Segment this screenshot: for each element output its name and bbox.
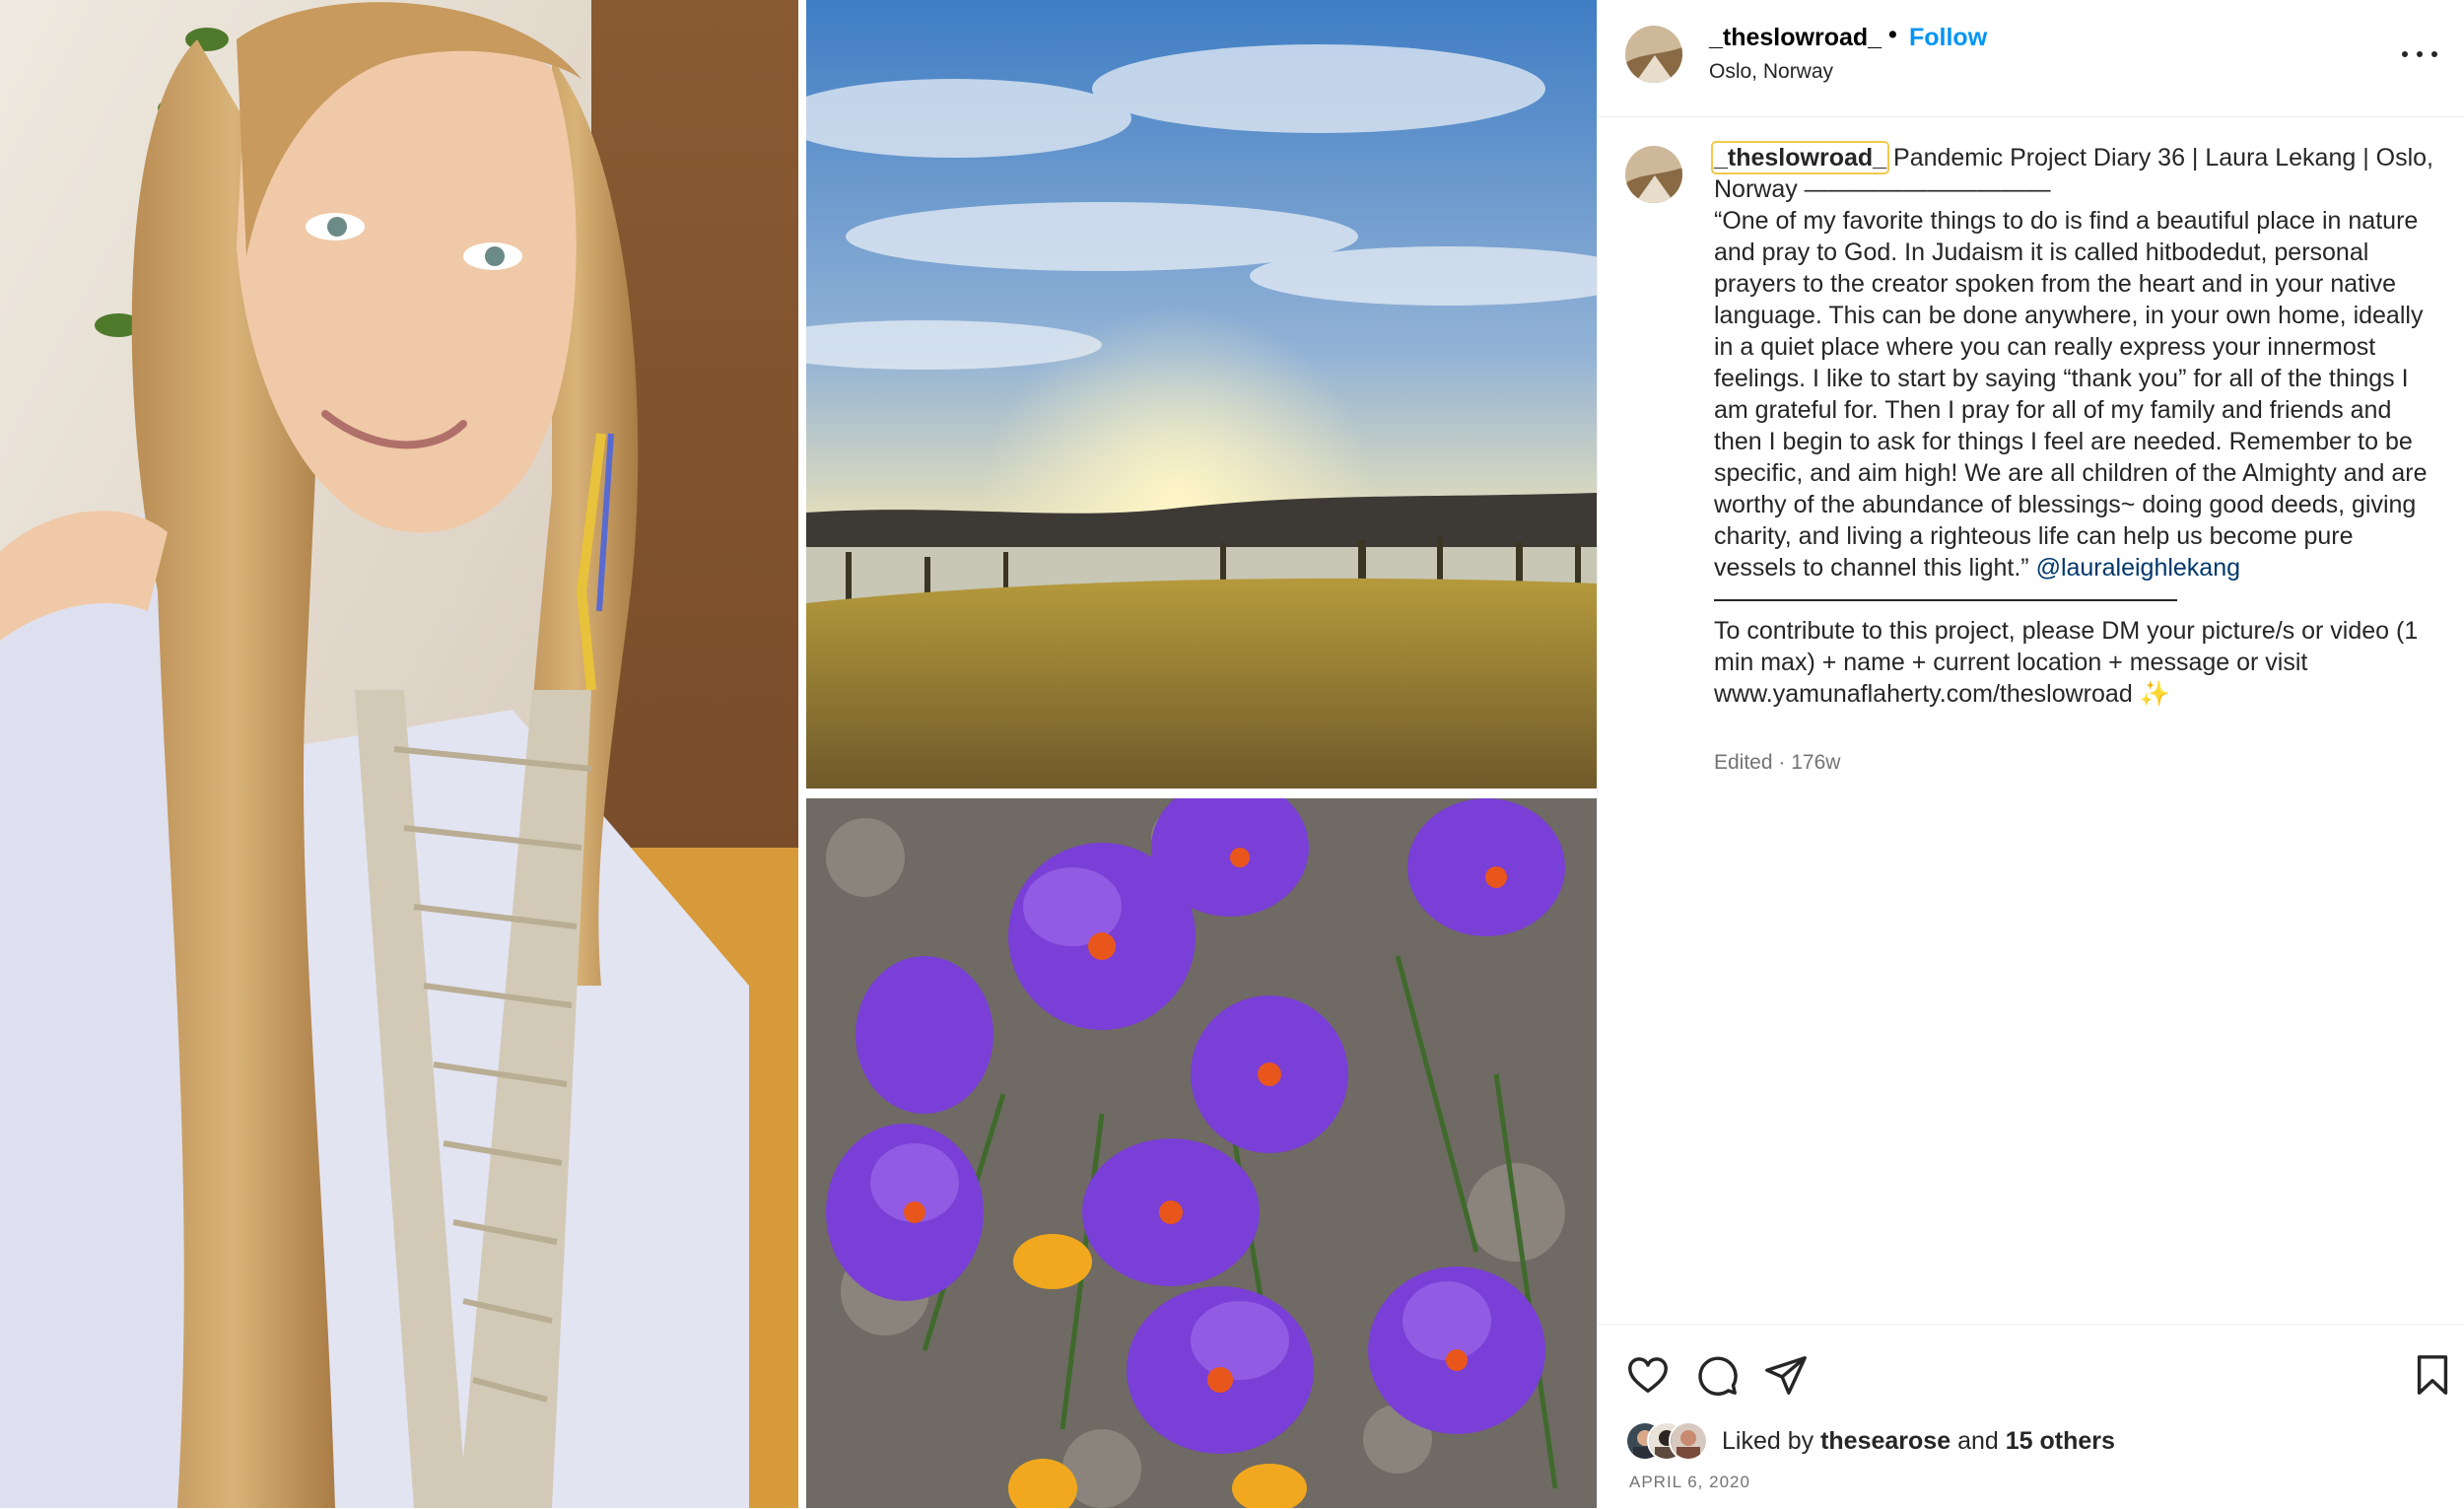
header-location[interactable]: Oslo, Norway — [1709, 60, 1833, 84]
caption-section: _theslowroad_ Pandemic Project Diary 36 … — [1598, 116, 2464, 1324]
header-separator: • — [1888, 21, 1897, 48]
liked-by-text: Liked by thesearose and 15 others — [1722, 1427, 2115, 1456]
photo-crocus[interactable] — [806, 798, 1597, 1508]
post-details-panel: _theslowroad_ • Follow Oslo, Norway _the… — [1597, 0, 2464, 1508]
liker-avatar[interactable] — [1669, 1421, 1708, 1461]
heart-icon[interactable] — [1625, 1352, 1671, 1398]
post-header: _theslowroad_ • Follow Oslo, Norway — [1598, 0, 2464, 117]
post-actions: Liked by thesearose and 15 others APRIL … — [1598, 1324, 2464, 1509]
sparkle-icon: ✨ — [2139, 680, 2170, 708]
share-icon[interactable] — [1763, 1352, 1809, 1398]
photo-portrait[interactable] — [0, 0, 798, 1508]
post-media[interactable] — [0, 0, 1597, 1508]
edited-timestamp[interactable]: Edited · 176w — [1714, 751, 1840, 775]
caption-contribute: To contribute to this project, please DM… — [1714, 617, 2419, 708]
post-date[interactable]: APRIL 6, 2020 — [1629, 1473, 1750, 1492]
follow-button[interactable]: Follow — [1909, 24, 1987, 52]
photo-landscape[interactable] — [806, 0, 1597, 789]
liker-avatars[interactable] — [1625, 1421, 1720, 1461]
user-avatar[interactable] — [1625, 26, 1682, 83]
more-horizontal-icon[interactable] — [2402, 35, 2445, 71]
bookmark-icon[interactable] — [2410, 1352, 2455, 1398]
caption-avatar[interactable] — [1625, 146, 1682, 203]
liked-others-link[interactable]: 15 others — [2006, 1427, 2115, 1455]
comment-icon[interactable] — [1694, 1352, 1740, 1398]
liked-and: and — [1957, 1427, 1999, 1455]
caption-username[interactable]: _theslowroad_ — [1710, 141, 1890, 174]
mention-link[interactable]: @lauraleighlekang — [2036, 554, 2240, 582]
header-username[interactable]: _theslowroad_ — [1709, 24, 1882, 52]
caption-quote: “One of my favorite things to do is find… — [1714, 207, 2428, 582]
caption-separator — [1714, 599, 2177, 601]
liked-user-link[interactable]: thesearose — [1820, 1427, 1951, 1455]
liked-prefix: Liked by — [1722, 1427, 1814, 1455]
caption-text: _theslowroad_ Pandemic Project Diary 36 … — [1710, 141, 2438, 710]
